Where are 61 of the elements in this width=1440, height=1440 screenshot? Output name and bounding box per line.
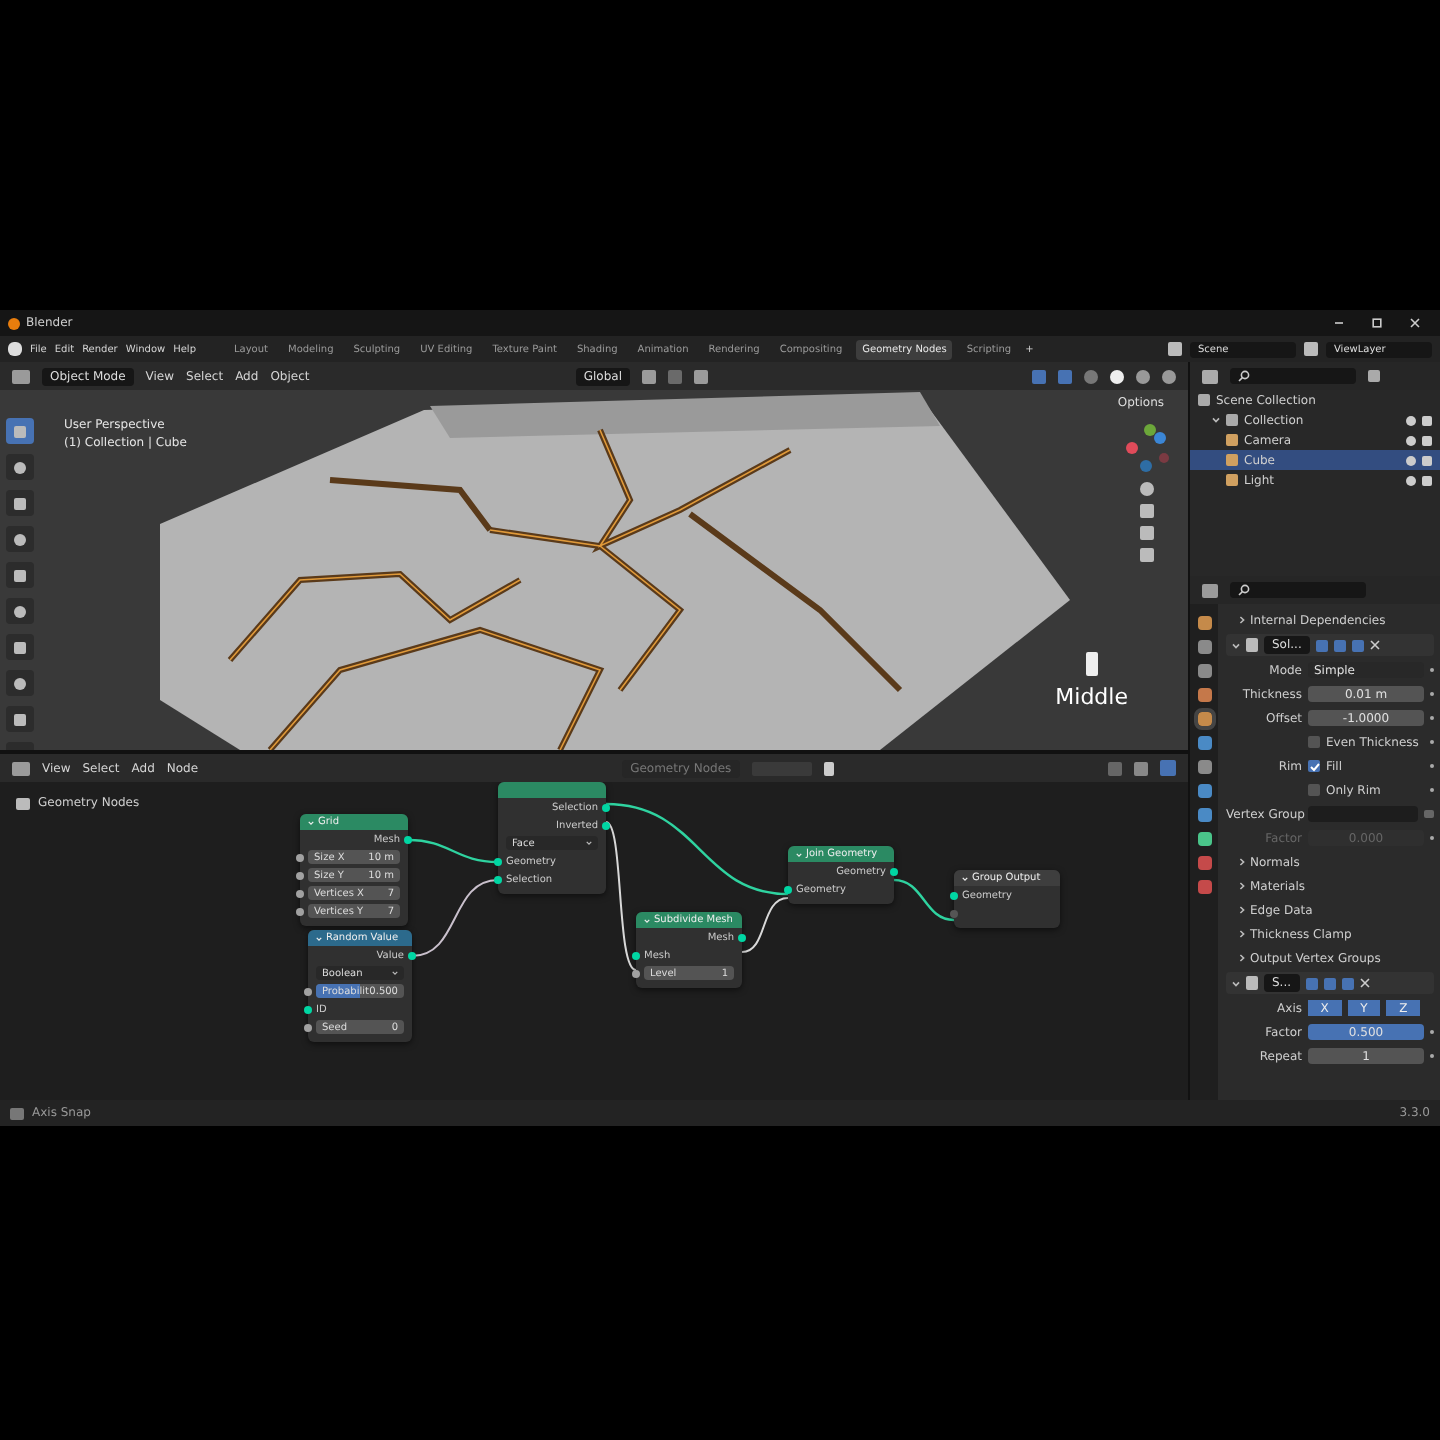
collapse-icon[interactable] xyxy=(1232,979,1240,987)
tool-button[interactable] xyxy=(6,706,34,732)
socket-icon[interactable] xyxy=(408,951,416,959)
link-wire[interactable] xyxy=(411,879,499,957)
close-icon[interactable] xyxy=(1359,978,1370,988)
close-icon[interactable] xyxy=(1410,318,1420,328)
search-icon xyxy=(1238,584,1250,596)
chevron-icon[interactable] xyxy=(392,970,398,976)
expand-icon[interactable] xyxy=(1212,416,1220,424)
panel-chevron-icon[interactable] xyxy=(1238,616,1246,624)
panel-chevron-icon[interactable] xyxy=(1238,858,1246,866)
tool-button[interactable] xyxy=(6,670,34,696)
socket-icon[interactable] xyxy=(296,871,304,879)
socket-icon[interactable] xyxy=(950,891,958,899)
link-wire[interactable] xyxy=(407,838,499,864)
link-wire[interactable] xyxy=(741,897,789,953)
link-wire[interactable] xyxy=(605,821,637,971)
tool-button[interactable] xyxy=(6,418,34,444)
search-field[interactable] xyxy=(1230,368,1356,384)
checkbox[interactable] xyxy=(1308,760,1320,772)
close-icon[interactable] xyxy=(1369,640,1380,650)
tool-button[interactable] xyxy=(6,598,34,624)
socket-icon[interactable] xyxy=(602,821,610,829)
panel-chevron-icon[interactable] xyxy=(1238,930,1246,938)
socket-icon[interactable] xyxy=(494,875,502,883)
tool-button[interactable] xyxy=(6,634,34,660)
solid-shading-icon[interactable] xyxy=(1110,369,1124,383)
socket-icon[interactable] xyxy=(494,857,502,865)
chevron-icon[interactable] xyxy=(586,840,592,846)
socket-icon[interactable] xyxy=(304,1005,312,1013)
tool-button[interactable] xyxy=(6,454,34,480)
panel-chevron-icon[interactable] xyxy=(1238,906,1246,914)
tool-button[interactable] xyxy=(6,526,34,552)
socket-icon[interactable] xyxy=(632,951,640,959)
socket-icon[interactable] xyxy=(296,853,304,861)
socket-icon[interactable] xyxy=(602,803,610,811)
search-icon xyxy=(1238,370,1250,382)
maximize-icon[interactable] xyxy=(1372,318,1382,328)
socket-icon[interactable] xyxy=(296,907,304,915)
checkbox[interactable] xyxy=(1308,784,1320,796)
tool-button[interactable] xyxy=(6,490,34,516)
mouse-icon xyxy=(1081,652,1102,676)
panel-chevron-icon[interactable] xyxy=(1238,882,1246,890)
socket-icon[interactable] xyxy=(784,885,792,893)
tool-button[interactable] xyxy=(6,562,34,588)
socket-icon[interactable] xyxy=(304,987,312,995)
socket-icon[interactable] xyxy=(404,835,412,843)
link-wire[interactable] xyxy=(893,878,955,922)
socket-icon[interactable] xyxy=(738,933,746,941)
socket-icon[interactable] xyxy=(632,969,640,977)
link-wire[interactable] xyxy=(605,802,789,896)
search-field[interactable] xyxy=(1230,582,1366,598)
overlay-text: Middle xyxy=(1055,684,1128,710)
minimize-icon[interactable] xyxy=(1334,318,1344,328)
socket-icon[interactable] xyxy=(890,867,898,875)
panel-chevron-icon[interactable] xyxy=(1238,954,1246,962)
axis-gizmo-icon[interactable] xyxy=(1120,422,1172,474)
socket-icon[interactable] xyxy=(296,889,304,897)
collapse-icon[interactable] xyxy=(1232,641,1240,649)
checkbox[interactable] xyxy=(1308,736,1320,748)
socket-icon[interactable] xyxy=(304,1023,312,1031)
